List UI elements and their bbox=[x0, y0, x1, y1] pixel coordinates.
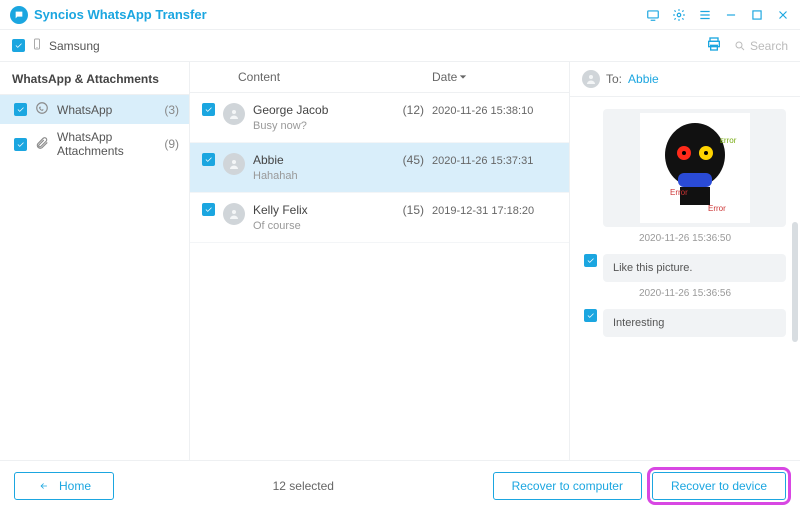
search-placeholder: Search bbox=[750, 39, 788, 53]
attachment-icon bbox=[35, 136, 49, 153]
conv-name: Abbie bbox=[253, 153, 284, 167]
checkbox[interactable] bbox=[584, 309, 597, 322]
avatar-icon bbox=[582, 70, 600, 88]
sidebar-item-label: WhatsApp Attachments bbox=[57, 130, 156, 158]
conv-date: 2019-12-31 17:18:20 bbox=[432, 203, 557, 217]
conversation-list: Content Date George Jacob (12) Busy now? … bbox=[190, 62, 570, 460]
chat-pane: To: Abbie ᴇrror Error bbox=[570, 62, 800, 460]
scrollbar[interactable] bbox=[792, 222, 798, 342]
checkbox[interactable] bbox=[202, 203, 215, 216]
conv-count: (12) bbox=[403, 103, 424, 117]
conv-snippet: Busy now? bbox=[253, 120, 424, 132]
checkbox[interactable] bbox=[584, 254, 597, 267]
sidebar-item-label: WhatsApp bbox=[57, 103, 156, 117]
checkbox[interactable] bbox=[202, 103, 215, 116]
sidebar: WhatsApp & Attachments WhatsApp (3) What… bbox=[0, 62, 190, 460]
text-bubble[interactable]: Like this picture. bbox=[603, 254, 786, 282]
sidebar-item-whatsapp[interactable]: WhatsApp (3) bbox=[0, 95, 189, 124]
sidebar-item-attachments[interactable]: WhatsApp Attachments (9) bbox=[0, 124, 189, 164]
search-input[interactable]: Search bbox=[734, 39, 788, 53]
selected-count: 12 selected bbox=[124, 479, 483, 493]
app-logo-icon bbox=[10, 6, 28, 24]
gear-icon[interactable] bbox=[672, 8, 686, 22]
titlebar: Syncios WhatsApp Transfer bbox=[0, 0, 800, 30]
conversation-row[interactable]: George Jacob (12) Busy now? 2020-11-26 15… bbox=[190, 93, 569, 143]
print-icon[interactable] bbox=[706, 36, 722, 55]
to-name: Abbie bbox=[628, 72, 659, 86]
chat-header: To: Abbie bbox=[570, 62, 800, 97]
chat-body: ᴇrror Error Error 2020-11-26 15:36:50 Li… bbox=[570, 97, 800, 460]
list-header: Content Date bbox=[190, 62, 569, 93]
recover-to-computer-button[interactable]: Recover to computer bbox=[493, 472, 642, 500]
message-row: ᴇrror Error Error bbox=[584, 109, 786, 227]
conv-name: Kelly Felix bbox=[253, 203, 308, 217]
minimize-icon[interactable] bbox=[724, 8, 738, 22]
conv-count: (15) bbox=[403, 203, 424, 217]
sort-desc-icon bbox=[459, 73, 467, 81]
close-icon[interactable] bbox=[776, 8, 790, 22]
conv-name: George Jacob bbox=[253, 103, 328, 117]
sidebar-item-count: (9) bbox=[164, 137, 179, 151]
checkbox[interactable] bbox=[202, 153, 215, 166]
main: WhatsApp & Attachments WhatsApp (3) What… bbox=[0, 62, 800, 460]
conv-snippet: Of course bbox=[253, 220, 424, 232]
avatar-icon bbox=[223, 103, 245, 125]
conversation-row[interactable]: Kelly Felix (15) Of course 2019-12-31 17:… bbox=[190, 193, 569, 243]
sticker-image: ᴇrror Error Error bbox=[640, 113, 750, 223]
conversation-row[interactable]: Abbie (45) Hahahah 2020-11-26 15:37:31 bbox=[190, 143, 569, 193]
avatar-icon bbox=[223, 153, 245, 175]
col-date[interactable]: Date bbox=[432, 70, 557, 84]
conv-date: 2020-11-26 15:37:31 bbox=[432, 153, 557, 167]
menu-icon[interactable] bbox=[698, 8, 712, 22]
feedback-icon[interactable] bbox=[646, 8, 660, 22]
checkbox[interactable] bbox=[14, 103, 27, 116]
message-row: Like this picture. bbox=[584, 254, 786, 282]
search-icon bbox=[734, 40, 746, 52]
timestamp: 2020-11-26 15:36:56 bbox=[584, 288, 786, 299]
message-row: Interesting bbox=[584, 309, 786, 337]
col-content[interactable]: Content bbox=[238, 70, 432, 84]
footer: Home 12 selected Recover to computer Rec… bbox=[0, 460, 800, 510]
svg-text:Error: Error bbox=[670, 188, 688, 197]
home-button[interactable]: Home bbox=[14, 472, 114, 500]
text-bubble[interactable]: Interesting bbox=[603, 309, 786, 337]
maximize-icon[interactable] bbox=[750, 8, 764, 22]
device-name: Samsung bbox=[49, 39, 100, 53]
conv-snippet: Hahahah bbox=[253, 170, 424, 182]
sidebar-item-count: (3) bbox=[164, 103, 179, 117]
checkbox[interactable] bbox=[14, 138, 27, 151]
timestamp: 2020-11-26 15:36:50 bbox=[584, 233, 786, 244]
select-all-checkbox[interactable] bbox=[12, 39, 25, 52]
recover-to-device-button[interactable]: Recover to device bbox=[652, 472, 786, 500]
conv-date: 2020-11-26 15:38:10 bbox=[432, 103, 557, 117]
arrow-left-icon bbox=[37, 481, 51, 491]
phone-icon bbox=[31, 37, 43, 54]
app-title: Syncios WhatsApp Transfer bbox=[34, 7, 207, 22]
whatsapp-icon bbox=[35, 101, 49, 118]
avatar-icon bbox=[223, 203, 245, 225]
image-bubble[interactable]: ᴇrror Error Error bbox=[603, 109, 786, 227]
conv-count: (45) bbox=[403, 153, 424, 167]
svg-text:ᴇrror: ᴇrror bbox=[720, 136, 737, 145]
sidebar-header: WhatsApp & Attachments bbox=[0, 62, 189, 95]
to-label: To: bbox=[606, 72, 622, 86]
svg-text:Error: Error bbox=[708, 204, 726, 213]
toolbar: Samsung Search bbox=[0, 30, 800, 62]
